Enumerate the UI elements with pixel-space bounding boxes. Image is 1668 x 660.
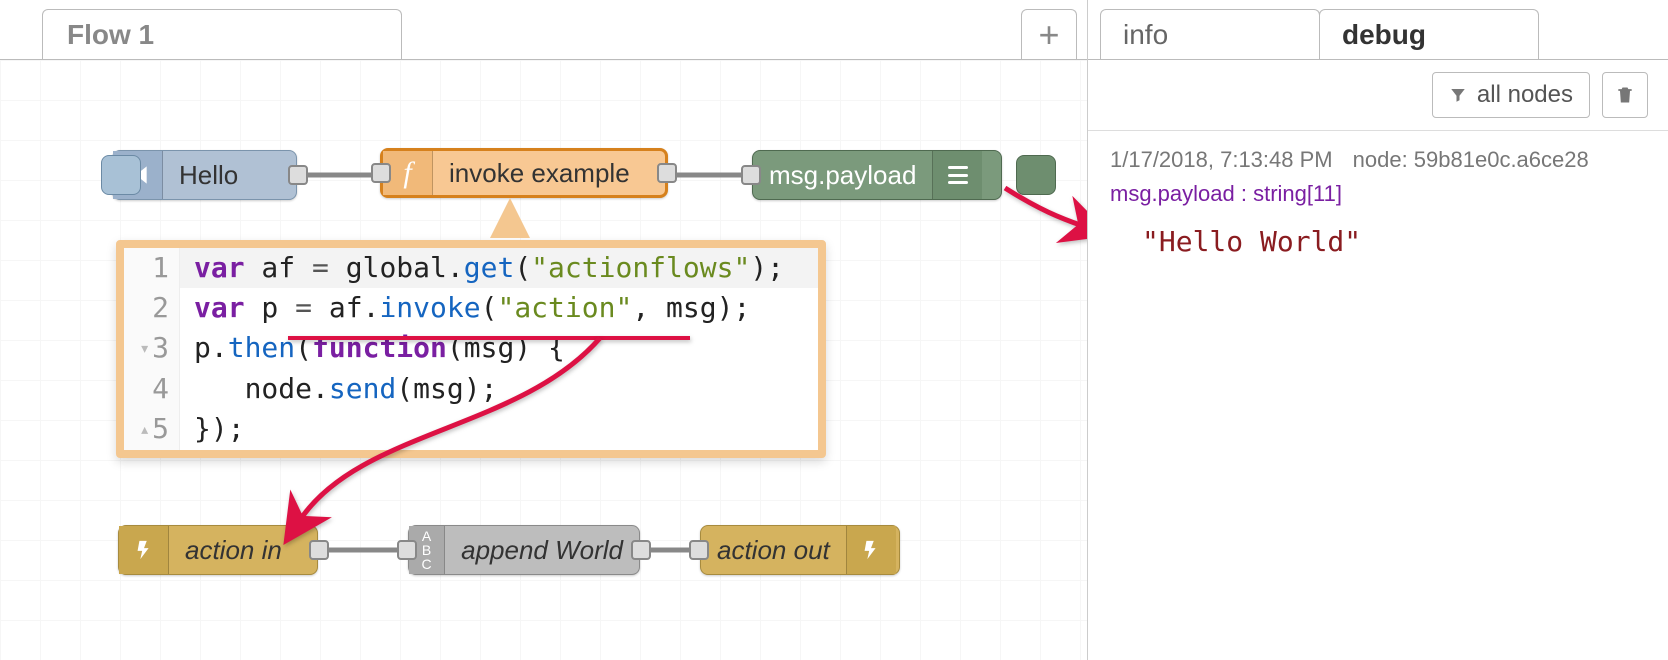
gutter-5: ▴5 <box>124 409 180 450</box>
action-in-label: action in <box>169 535 298 566</box>
inject-node-label: Hello <box>163 160 254 191</box>
sidebar-tab-bar: info debug <box>1088 0 1668 60</box>
change-output-port[interactable] <box>631 540 651 560</box>
change-node[interactable]: ABC append World <box>408 525 640 575</box>
trash-icon <box>1615 85 1635 105</box>
debug-entry-value[interactable]: "Hello World" <box>1142 225 1646 258</box>
function-code-editor[interactable]: 1 var af = global.get("actionflows"); 2 … <box>116 240 826 458</box>
code-line-3: p.then(function(msg) { <box>180 328 565 369</box>
gutter-2: 2 <box>124 288 180 328</box>
flow-editor-canvas[interactable]: Flow 1 + Hello f invoke example msg.payl… <box>0 0 1088 660</box>
debug-output[interactable]: 1/17/2018, 7:13:48 PM node: 59b81e0c.a6c… <box>1088 131 1668 274</box>
debug-entry-node[interactable]: node: 59b81e0c.a6ce28 <box>1353 147 1589 173</box>
function-node[interactable]: f invoke example <box>380 148 668 198</box>
tab-flow-1[interactable]: Flow 1 <box>42 9 402 59</box>
inject-button[interactable] <box>101 155 141 195</box>
flow-tab-bar: Flow 1 + <box>0 0 1087 60</box>
change-node-label: append World <box>445 535 639 566</box>
inject-node[interactable]: Hello <box>112 150 297 200</box>
code-line-2: var p = af.invoke("action", msg); <box>180 288 750 328</box>
lightning-icon <box>846 526 896 574</box>
debug-toolbar: all nodes <box>1088 60 1668 131</box>
action-out-input-port[interactable] <box>689 540 709 560</box>
gutter-1: 1 <box>124 248 180 288</box>
debug-input-port[interactable] <box>741 165 761 185</box>
gutter-4: 4 <box>124 369 180 409</box>
debug-icon <box>932 151 982 199</box>
debug-entry-type: msg.payload : string[11] <box>1110 181 1646 207</box>
debug-node[interactable]: msg.payload <box>752 150 1002 200</box>
gutter-3: ▾3 <box>124 328 180 369</box>
debug-entry-time: 1/17/2018, 7:13:48 PM <box>1110 147 1333 173</box>
code-line-4: node.send(msg); <box>180 369 497 409</box>
callout-pointer <box>490 198 530 238</box>
code-line-5: }); <box>180 409 245 450</box>
function-input-port[interactable] <box>371 163 391 183</box>
debug-toggle-button[interactable] <box>1016 155 1056 195</box>
action-in-output-port[interactable] <box>309 540 329 560</box>
add-tab-button[interactable]: + <box>1021 9 1077 59</box>
change-input-port[interactable] <box>397 540 417 560</box>
debug-filter-label: all nodes <box>1477 81 1573 109</box>
lightning-icon <box>119 526 169 574</box>
code-line-1: var af = global.get("actionflows"); <box>180 248 784 288</box>
function-node-label: invoke example <box>433 158 646 189</box>
sidebar-panel: info debug all nodes 1/17/2018, 7:13:48 … <box>1088 0 1668 660</box>
inject-output-port[interactable] <box>288 165 308 185</box>
action-out-node[interactable]: action out <box>700 525 900 575</box>
function-output-port[interactable] <box>657 163 677 183</box>
tab-debug[interactable]: debug <box>1319 9 1539 59</box>
debug-filter-button[interactable]: all nodes <box>1432 72 1590 118</box>
debug-node-label: msg.payload <box>753 160 932 191</box>
action-out-label: action out <box>701 535 846 566</box>
tab-info[interactable]: info <box>1100 9 1320 59</box>
debug-clear-button[interactable] <box>1602 72 1648 118</box>
filter-icon <box>1449 86 1467 104</box>
action-in-node[interactable]: action in <box>118 525 318 575</box>
